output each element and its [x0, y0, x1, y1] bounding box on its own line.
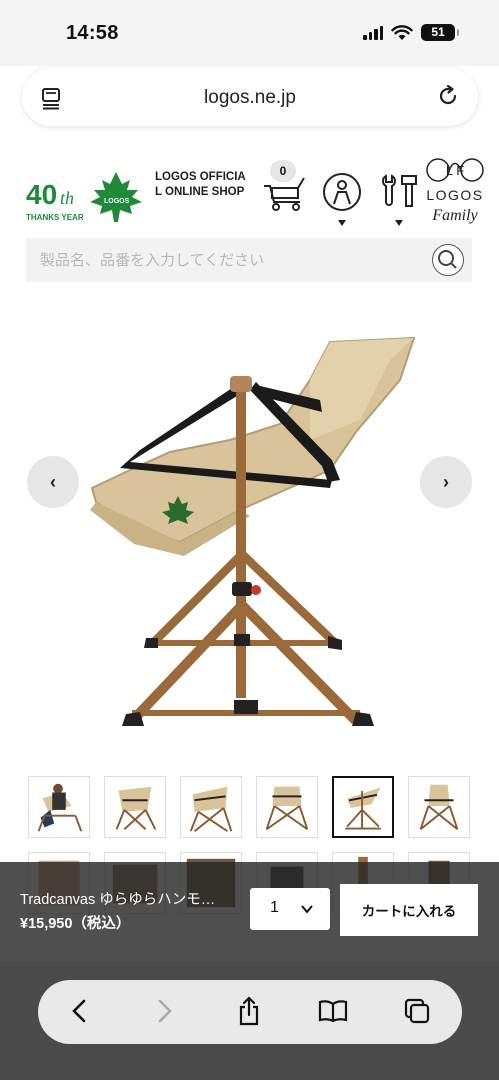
- product-main-image: [90, 336, 416, 726]
- thumbnail-4[interactable]: [256, 776, 318, 838]
- forward-button[interactable]: [148, 996, 182, 1026]
- back-button[interactable]: [62, 996, 96, 1026]
- carousel-prev-button[interactable]: ‹: [27, 456, 79, 508]
- thumbnail-5[interactable]: [332, 776, 394, 838]
- forward-arrow-icon: [158, 999, 172, 1023]
- thumbnail-image: [265, 786, 309, 831]
- logos-family-link[interactable]: L F LOGOS Family: [424, 156, 486, 228]
- search-button[interactable]: [432, 244, 464, 276]
- address-bar[interactable]: logos.ne.jp: [22, 68, 478, 126]
- thumbnail-image: [37, 783, 83, 832]
- thumbnail-image: [345, 787, 381, 830]
- tools-icon: [382, 174, 417, 207]
- search-bar[interactable]: [26, 238, 472, 282]
- search-input[interactable]: [26, 238, 426, 282]
- thumbnail-6[interactable]: [408, 776, 470, 838]
- page: 14:58 51 logos.ne.jp 40 th THANKS YEAR L…: [0, 0, 499, 1080]
- quantity-value: 1: [270, 899, 279, 916]
- leaf-brand-text: LOGOS: [104, 198, 130, 205]
- product-price: ¥15,950（税込）: [20, 916, 131, 932]
- thumbnail-image: [189, 786, 233, 832]
- maple-leaf-icon: [90, 172, 142, 222]
- user-icon: [323, 173, 361, 211]
- carousel-next-button[interactable]: ›: [420, 456, 472, 508]
- chevron-down-icon: [338, 220, 346, 226]
- status-icons: 51: [363, 24, 459, 41]
- family-logo-text: LOGOS: [426, 187, 483, 203]
- thumbnail-image: [115, 786, 157, 830]
- status-bar: 14:58 51: [0, 0, 499, 66]
- thumbnail-image: [419, 784, 459, 831]
- product-name: Tradcanvas ゆらゆらハンモ…: [20, 892, 216, 908]
- back-arrow-icon: [72, 999, 86, 1023]
- family-top-letters: L F: [446, 163, 464, 178]
- logos-family-logo: L F LOGOS Family: [426, 158, 484, 224]
- account-menu[interactable]: [322, 172, 362, 230]
- book-icon: [318, 1000, 348, 1023]
- support-menu[interactable]: [378, 172, 420, 230]
- status-time: 14:58: [66, 22, 119, 44]
- reload-icon[interactable]: [436, 84, 460, 108]
- thumbnail-1[interactable]: [28, 776, 90, 838]
- tabs-icon: [404, 998, 430, 1024]
- cart-icon: [264, 177, 305, 211]
- quantity-select[interactable]: 1: [250, 888, 330, 930]
- anniversary-suffix: th: [60, 188, 74, 208]
- wifi-icon: [391, 24, 413, 40]
- family-script-text: Family: [431, 207, 478, 224]
- bookmarks-button[interactable]: [316, 996, 350, 1026]
- add-to-cart-button[interactable]: カートに入れる: [340, 884, 478, 936]
- tabs-button[interactable]: [400, 996, 434, 1026]
- anniversary-sub: THANKS YEAR: [26, 213, 84, 222]
- signal-icon: [363, 25, 383, 40]
- 40th-anniversary-logo[interactable]: 40 th THANKS YEAR LOGOS: [26, 170, 150, 226]
- url-text[interactable]: logos.ne.jp: [22, 87, 478, 109]
- thumbnail-3[interactable]: [180, 776, 242, 838]
- shop-name[interactable]: LOGOS OFFICIA L ONLINE SHOP: [155, 170, 255, 199]
- search-icon: [438, 250, 457, 269]
- chevron-down-icon: [301, 905, 313, 914]
- share-button[interactable]: [232, 996, 266, 1026]
- share-icon: [239, 996, 259, 1026]
- battery-icon: 51: [421, 24, 459, 41]
- thumbnail-2[interactable]: [104, 776, 166, 838]
- cart-button[interactable]: 0: [262, 160, 310, 214]
- logo-graphic: 40 th THANKS YEAR LOGOS: [26, 172, 142, 222]
- chevron-down-icon: [395, 220, 403, 226]
- anniversary-number: 40: [26, 179, 57, 210]
